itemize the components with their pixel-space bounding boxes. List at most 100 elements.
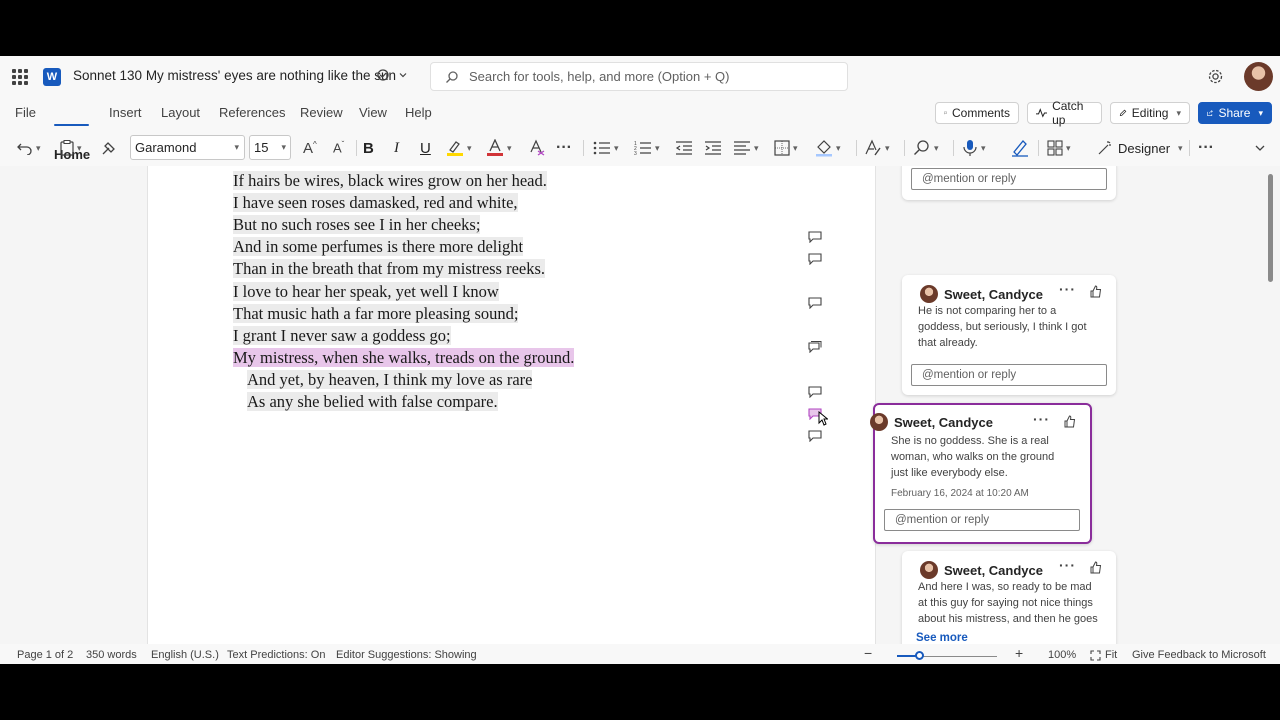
account-avatar[interactable] <box>1244 62 1273 91</box>
word-count[interactable]: 350 words <box>86 649 137 661</box>
share-button[interactable]: Share ▾ <box>1198 102 1272 124</box>
document-title[interactable]: Sonnet 130 My mistress' eyes are nothing… <box>73 68 396 83</box>
page-count[interactable]: Page 1 of 2 <box>17 649 73 661</box>
document-workspace: If hairs be wires, black wires grow on h… <box>0 166 1280 644</box>
chevron-down-icon: ▾ <box>655 142 660 153</box>
fit-button[interactable]: Fit <box>1090 649 1117 661</box>
poem-line[interactable]: But no such roses see I in her cheeks; <box>233 215 481 235</box>
app-launcher-icon[interactable] <box>12 69 28 85</box>
highlight-button[interactable]: ▾ <box>446 138 472 158</box>
menu-insert[interactable]: Insert <box>109 105 142 120</box>
menu-view[interactable]: View <box>359 105 387 120</box>
chevron-down-icon: ▾ <box>507 142 512 153</box>
styles-button[interactable]: ▾ <box>864 138 890 158</box>
menu-review[interactable]: Review <box>300 105 343 120</box>
more-font-options-button[interactable]: ··· <box>556 138 572 158</box>
font-size-value: 15 <box>254 140 269 155</box>
poem-line[interactable]: And in some perfumes is there more delig… <box>233 237 524 257</box>
reply-field[interactable]: @mention or reply <box>884 509 1080 531</box>
comment-card[interactable]: Sweet, Candyce ··· He is not comparing h… <box>902 275 1116 395</box>
comment-card-active[interactable]: Sweet, Candyce ··· She is no goddess. Sh… <box>870 403 1092 544</box>
document-status[interactable] <box>376 68 408 82</box>
increase-font-button[interactable]: A^ <box>303 138 317 158</box>
zoom-level[interactable]: 100% <box>1048 649 1076 661</box>
more-options-button[interactable]: ··· <box>1033 411 1050 427</box>
menu-file[interactable]: File <box>15 105 36 120</box>
reply-field[interactable]: @mention or reply <box>911 168 1107 190</box>
numbering-button[interactable]: 123 ▾ <box>634 138 660 158</box>
font-color-button[interactable]: ▾ <box>486 138 512 158</box>
menu-references[interactable]: References <box>219 105 285 120</box>
catch-up-button[interactable]: Catch up <box>1027 99 1102 127</box>
dictate-button[interactable]: ▾ <box>962 138 986 158</box>
poem-line-text: As any she belied with false compare. <box>247 392 498 411</box>
active-tab-indicator <box>54 124 89 126</box>
decrease-indent-button[interactable] <box>675 138 693 158</box>
font-name-value: Garamond <box>135 140 197 155</box>
poem-line[interactable]: If hairs be wires, black wires grow on h… <box>233 171 547 191</box>
comments-scrollbar[interactable] <box>1268 174 1273 282</box>
add-ins-button[interactable]: ▾ <box>1047 138 1071 158</box>
comment-card-partial[interactable]: @mention or reply <box>902 166 1116 200</box>
bold-button[interactable]: B <box>363 138 374 158</box>
borders-button[interactable]: ▾ <box>774 138 798 158</box>
poem-line[interactable]: Than in the breath that from my mistress… <box>233 259 546 279</box>
decrease-font-button[interactable]: Aˇ <box>333 138 344 158</box>
poem-line-text: That music hath a far more pleasing soun… <box>233 304 519 323</box>
divider <box>904 140 905 156</box>
menu-layout[interactable]: Layout <box>161 105 200 120</box>
collapse-ribbon-button[interactable] <box>1254 138 1266 158</box>
zoom-out-button[interactable]: − <box>864 645 872 661</box>
comment-marker-icon[interactable] <box>808 386 822 398</box>
poem-line[interactable]: As any she belied with false compare. <box>247 392 498 412</box>
more-options-button[interactable]: ··· <box>1059 281 1076 297</box>
paste-button[interactable]: ▾ <box>60 138 82 158</box>
comment-card[interactable]: Sweet, Candyce ··· And here I was, so re… <box>902 551 1116 644</box>
poem-line[interactable]: I grant I never saw a goddess go; <box>233 326 451 346</box>
editor-button[interactable] <box>1011 138 1029 158</box>
more-options-button[interactable]: ··· <box>1198 138 1214 158</box>
like-icon[interactable] <box>1090 561 1102 574</box>
designer-button[interactable]: Designer ▾ <box>1097 138 1183 158</box>
poem-line[interactable]: And yet, by heaven, I think my love as r… <box>247 370 533 390</box>
comment-marker-icon[interactable] <box>808 430 822 442</box>
undo-button[interactable]: ▾ <box>17 138 41 158</box>
align-button[interactable]: ▾ <box>733 138 759 158</box>
poem-line[interactable]: That music hath a far more pleasing soun… <box>233 304 519 324</box>
poem-line[interactable]: I love to hear her speak, yet well I kno… <box>233 282 499 302</box>
italic-button[interactable]: I <box>394 138 399 158</box>
gear-icon[interactable] <box>1207 68 1224 85</box>
shading-button[interactable]: ▾ <box>815 138 841 158</box>
menu-help[interactable]: Help <box>405 105 432 120</box>
comment-thread-marker-icon[interactable] <box>808 341 822 353</box>
comment-marker-icon[interactable] <box>808 253 822 265</box>
underline-button[interactable]: U <box>420 138 431 158</box>
see-more-link[interactable]: See more <box>916 632 968 644</box>
feedback-link[interactable]: Give Feedback to Microsoft <box>1132 649 1266 661</box>
comment-marker-icon[interactable] <box>808 231 822 243</box>
comment-marker-icon[interactable] <box>808 297 822 309</box>
like-icon[interactable] <box>1090 285 1102 298</box>
language[interactable]: English (U.S.) <box>151 649 219 661</box>
editing-mode-button[interactable]: Editing ▾ <box>1110 102 1190 124</box>
more-options-button[interactable]: ··· <box>1059 557 1076 573</box>
document-page[interactable]: If hairs be wires, black wires grow on h… <box>147 166 876 644</box>
comments-button[interactable]: Comments <box>935 102 1019 124</box>
editor-suggestions[interactable]: Editor Suggestions: Showing <box>336 649 477 661</box>
clear-formatting-button[interactable] <box>528 138 546 158</box>
increase-indent-button[interactable] <box>704 138 722 158</box>
search-box[interactable]: Search for tools, help, and more (Option… <box>430 62 848 91</box>
poem-line-selected[interactable]: My mistress, when she walks, treads on t… <box>233 348 575 368</box>
text-predictions[interactable]: Text Predictions: On <box>227 649 325 661</box>
like-icon[interactable] <box>1064 415 1076 428</box>
font-size-dropdown[interactable]: 15 ▾ <box>249 135 291 160</box>
chevron-down-icon: ▾ <box>36 142 41 153</box>
font-name-dropdown[interactable]: Garamond ▾ <box>130 135 245 160</box>
find-button[interactable]: ▾ <box>913 138 939 158</box>
bullets-button[interactable]: ▾ <box>593 138 619 158</box>
zoom-in-button[interactable]: + <box>1015 645 1023 661</box>
format-painter-button[interactable] <box>101 138 117 158</box>
poem-line[interactable]: I have seen roses damasked, red and whit… <box>233 193 518 213</box>
reply-field[interactable]: @mention or reply <box>911 364 1107 386</box>
zoom-slider-thumb[interactable] <box>914 651 924 660</box>
